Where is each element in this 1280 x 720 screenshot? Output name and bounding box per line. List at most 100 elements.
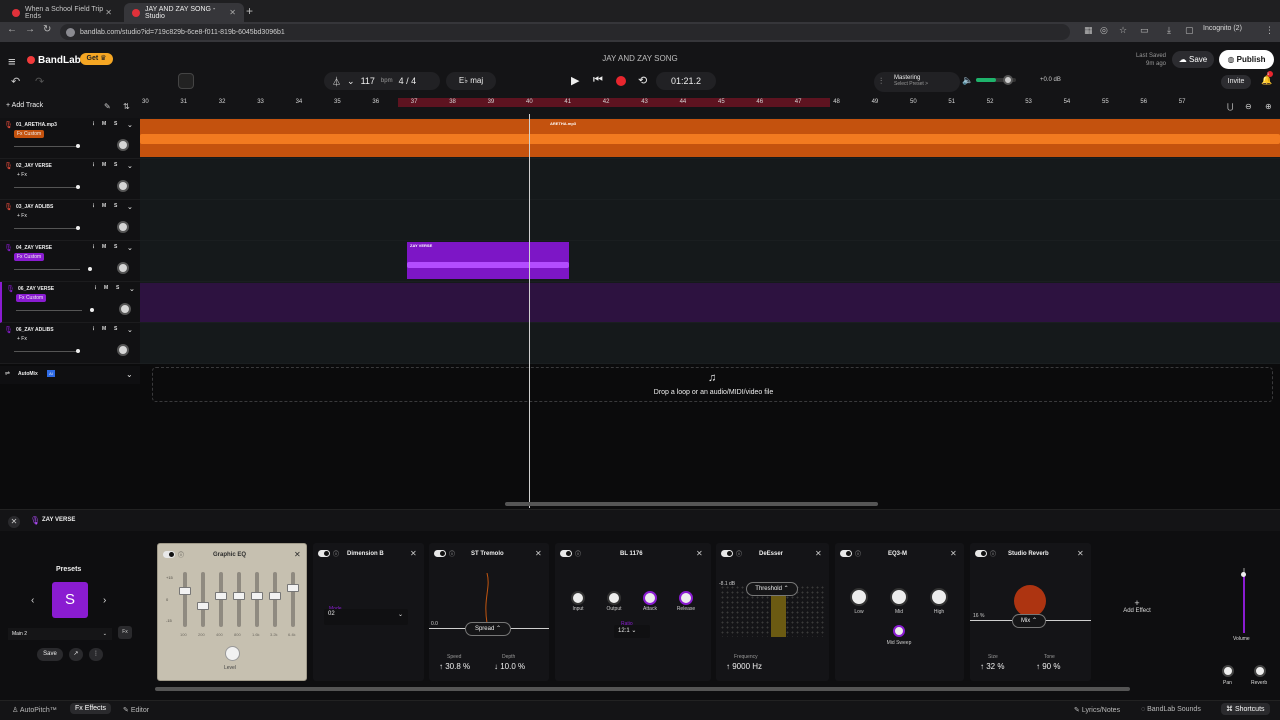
loop-icon[interactable]: ⟲ (638, 74, 647, 87)
more-icon[interactable]: ⋮ (91, 121, 96, 127)
track-header[interactable]: 🎙 03_JAY ADLIBS + Fx ⋮ M S ⌄ (0, 200, 140, 241)
st-tremolo-card[interactable]: ⓘ ST Tremolo ✕ 0.0 Spread ⌃ Speed ↑ 30.8… (429, 543, 549, 681)
record-button[interactable] (616, 76, 626, 86)
chevron-down-icon[interactable]: ⌄ (127, 326, 133, 334)
track-fx-button[interactable]: + Fx (14, 212, 30, 220)
preset-save-button[interactable]: Save (37, 648, 63, 661)
track-volume-slider[interactable] (14, 144, 80, 148)
chevron-down-icon[interactable]: ⌄ (129, 285, 135, 293)
chevron-down-icon[interactable]: ⌄ (347, 76, 355, 87)
track-pan-knob[interactable] (117, 180, 129, 192)
eq-band-fader[interactable] (197, 572, 209, 627)
site-info-icon[interactable] (66, 27, 75, 37)
close-icon[interactable]: ✕ (950, 549, 957, 558)
fx-button[interactable]: Fx (118, 626, 132, 639)
chevron-down-icon[interactable]: ⌄ (127, 162, 133, 170)
frequency-value[interactable]: ↑ 9000 Hz (726, 662, 762, 671)
close-icon[interactable]: ✕ (8, 516, 20, 528)
eq-band-fader[interactable] (269, 572, 281, 627)
mute-button[interactable]: M (102, 162, 106, 168)
track-volume-slider[interactable] (14, 226, 80, 230)
mastering-button[interactable]: ⫶ Mastering Select Preset > (874, 72, 960, 92)
track-lane[interactable] (140, 159, 1280, 200)
bandlab-sounds-tab[interactable]: ◌ BandLab Sounds (1141, 706, 1201, 713)
chevron-down-icon[interactable]: ⌄ (127, 121, 133, 129)
mode-select[interactable]: 02 ⌄ (324, 609, 408, 625)
chevron-down-icon[interactable]: ⌄ (127, 203, 133, 211)
back-icon[interactable]: ← (7, 24, 17, 35)
add-track-button[interactable]: + Add Track (6, 102, 43, 109)
track-pan-knob[interactable] (117, 221, 129, 233)
track-fx-button[interactable]: Fx Custom (14, 253, 45, 261)
track-pan-knob[interactable] (119, 303, 131, 315)
close-icon[interactable]: ✕ (696, 549, 703, 558)
timeline-ruler[interactable]: 30 31 32 33 34 35 36 37 38 39 40 41 42 43 44 45 46 47 48 49… (140, 98, 1280, 118)
new-tab-icon[interactable]: + (246, 4, 253, 18)
more-icon[interactable]: ⋮ (93, 285, 98, 291)
chevron-right-icon[interactable]: › (103, 595, 106, 606)
level-knob[interactable] (225, 646, 240, 661)
info-icon[interactable]: ⓘ (855, 549, 861, 558)
save-button[interactable]: ☁ Save (1172, 51, 1214, 68)
track-fx-button[interactable]: Fx Custom (16, 294, 47, 302)
track-volume-slider[interactable] (14, 267, 92, 271)
track-name[interactable]: 02_JAY VERSE (16, 163, 52, 169)
solo-button[interactable]: S (114, 326, 117, 332)
ratio-select[interactable]: 12:1 ⌄ (614, 625, 650, 638)
low-knob[interactable] (850, 588, 868, 606)
time-signature[interactable]: 4 / 4 (399, 76, 417, 86)
close-icon[interactable]: ✕ (535, 549, 542, 558)
track-name[interactable]: 04_ZAY VERSE (16, 245, 52, 251)
tone-value[interactable]: ↑ 90 % (1036, 662, 1060, 671)
high-knob[interactable] (930, 588, 948, 606)
download-icon[interactable]: ⤓ (1167, 25, 1171, 36)
close-icon[interactable]: ✕ (1077, 549, 1084, 558)
track-header[interactable]: 🎙 04_ZAY VERSE Fx Custom ⋮ M S ⌄ (0, 241, 140, 282)
studio-reverb-card[interactable]: ⓘ Studio Reverb ✕ 16 % Mix ⌃ Size ↑ 32 %… (970, 543, 1091, 681)
audio-clip-aretha[interactable]: ARETHA.mp3 (140, 119, 1280, 157)
power-toggle[interactable] (975, 550, 987, 557)
info-icon[interactable]: ⓘ (333, 549, 339, 558)
speaker-icon[interactable]: 🔈 (962, 75, 973, 86)
solo-button[interactable]: S (114, 203, 117, 209)
track-volume-slider[interactable] (14, 185, 80, 189)
track-name[interactable]: 06_ZAY ADLIBS (16, 327, 54, 333)
solo-button[interactable]: S (114, 162, 117, 168)
info-icon[interactable]: ⓘ (449, 549, 455, 558)
power-toggle[interactable] (163, 551, 175, 558)
zoom-out-icon[interactable]: ⊖ (1245, 102, 1252, 111)
skip-back-icon[interactable]: ⏮ (593, 74, 603, 87)
more-icon[interactable]: ⋮ (91, 203, 96, 209)
mid-sweep-knob[interactable] (893, 625, 905, 637)
power-toggle[interactable] (560, 550, 572, 557)
invite-button[interactable]: Invite (1221, 75, 1251, 89)
track-volume-slider[interactable] (1234, 568, 1254, 633)
more-icon[interactable]: ⋮ (91, 162, 96, 168)
track-name[interactable]: 01_ARETHA.mp3 (16, 122, 57, 128)
extension-icon[interactable]: ▦ (1084, 25, 1093, 36)
track-header[interactable]: 🎙 06_ZAY ADLIBS + Fx ⋮ M S ⌄ (0, 323, 140, 364)
depth-value[interactable]: ↓ 10.0 % (494, 662, 525, 671)
effects-tab[interactable]: Fx Effects (70, 703, 112, 714)
reverb-knob[interactable] (1254, 665, 1266, 677)
chevron-down-icon[interactable]: ⌄ (126, 370, 133, 379)
mute-button[interactable]: M (102, 244, 106, 250)
eq-band-fader[interactable] (287, 572, 299, 627)
track-fx-button[interactable]: + Fx (14, 171, 30, 179)
tempo-value[interactable]: 117 (361, 76, 375, 86)
dimension-b-card[interactable]: ⓘ Dimension B ✕ Mode 02⌄ (313, 543, 424, 681)
more-icon[interactable]: ⋮ (91, 326, 96, 332)
star-icon[interactable]: ☆ (1119, 25, 1127, 36)
track-pan-knob[interactable] (117, 262, 129, 274)
shortcuts-tab[interactable]: ⌘ Shortcuts (1221, 703, 1270, 715)
track-name[interactable]: 03_JAY ADLIBS (16, 204, 53, 210)
instrument-library-icon[interactable] (178, 73, 194, 89)
tempo-control[interactable]: ⏃ ⌄ 117 bpm 4 / 4 (324, 72, 440, 90)
magnet-icon[interactable]: ⋃ (1227, 102, 1234, 111)
size-value[interactable]: ↑ 32 % (980, 662, 1004, 671)
close-icon[interactable]: ✕ (815, 549, 822, 558)
bell-icon[interactable]: 🔔 1 (1261, 71, 1273, 86)
menu-icon[interactable]: ⋮ (1265, 25, 1274, 36)
more-icon[interactable]: ⋮ (89, 648, 103, 661)
mute-button[interactable]: M (102, 203, 106, 209)
